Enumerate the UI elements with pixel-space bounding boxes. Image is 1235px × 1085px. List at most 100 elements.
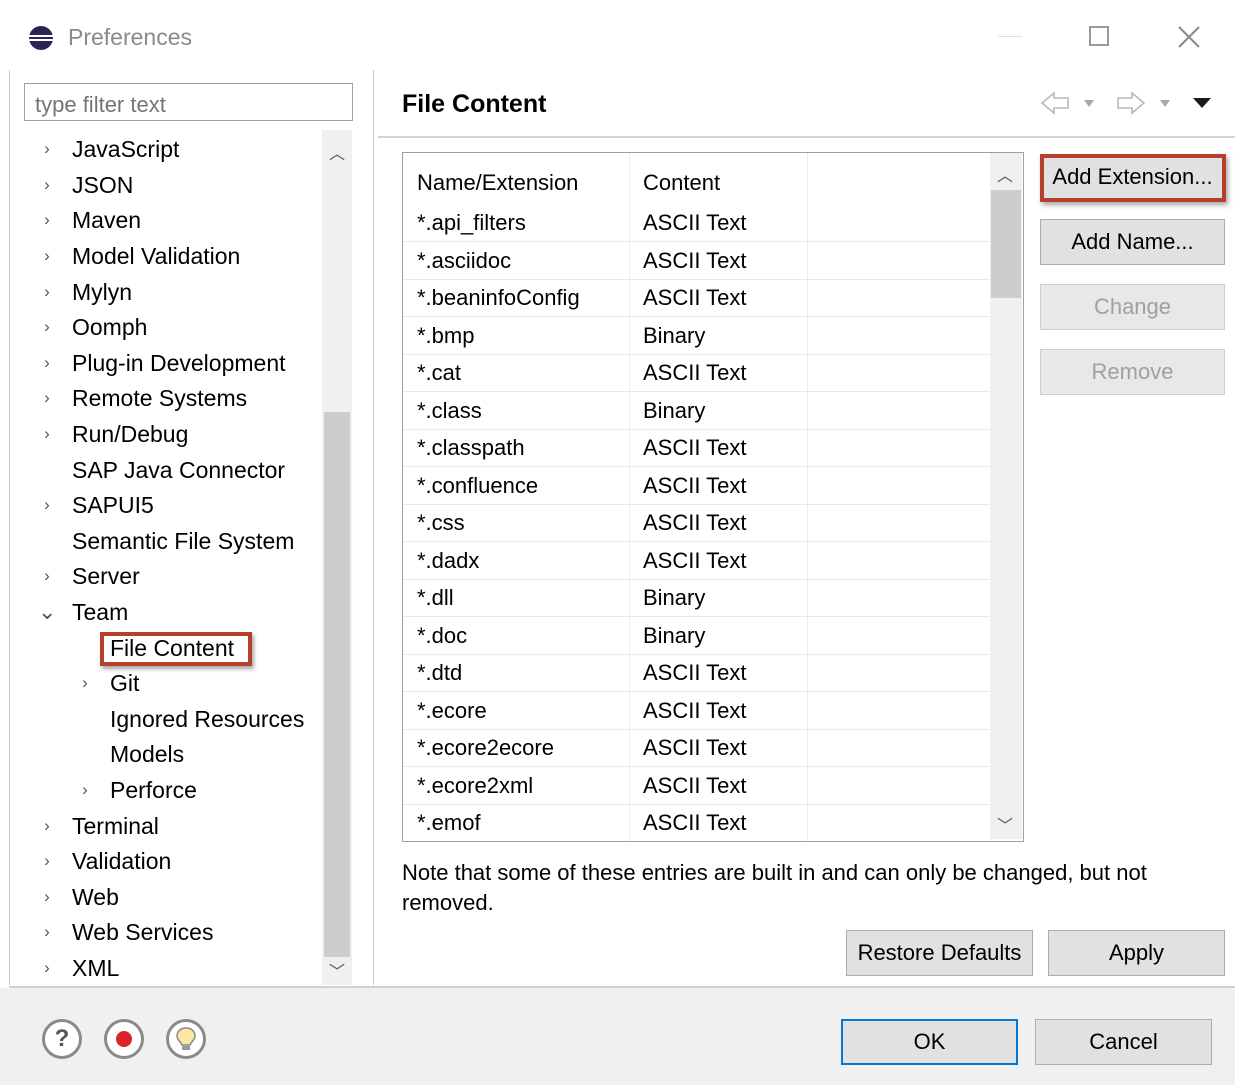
ok-button[interactable]: OK	[841, 1019, 1018, 1065]
page-title: File Content	[402, 90, 547, 118]
add-name-button[interactable]: Add Name...	[1040, 219, 1225, 265]
chevron-placeholder	[38, 453, 56, 487]
eclipse-icon	[29, 26, 53, 50]
chevron-right-icon[interactable]: ›	[76, 773, 94, 807]
chevron-right-icon[interactable]: ›	[38, 132, 56, 166]
minimize-button[interactable]	[998, 36, 1022, 37]
table-row[interactable]: *.css ASCII Text	[403, 504, 991, 542]
add-extension-highlight	[1040, 154, 1226, 202]
tree-item-label: Server	[72, 563, 140, 589]
extension-cell: *.confluence	[417, 473, 539, 498]
tree-item-label: Ignored Resources	[110, 706, 305, 732]
scroll-up-icon[interactable]: ︿	[997, 162, 1013, 186]
content-cell: ASCII Text	[643, 210, 747, 235]
table-row[interactable]: *.class Binary	[403, 392, 991, 430]
chevron-right-icon[interactable]: ›	[38, 310, 56, 344]
chevron-right-icon[interactable]: ›	[38, 203, 56, 237]
tree-item-label: Model Validation	[72, 243, 241, 269]
chevron-placeholder	[76, 631, 94, 665]
table-row[interactable]: *.dadx ASCII Text	[403, 542, 991, 580]
pane-splitter[interactable]	[373, 70, 374, 985]
content-cell: ASCII Text	[643, 435, 747, 460]
chevron-right-icon[interactable]: ›	[38, 417, 56, 451]
tree-item-label: Validation	[72, 848, 172, 874]
chevron-right-icon[interactable]: ›	[38, 880, 56, 914]
chevron-right-icon[interactable]: ›	[38, 844, 56, 878]
tree-item-label: XML	[72, 955, 120, 981]
remove-button[interactable]: Remove	[1040, 349, 1225, 395]
apply-button[interactable]: Apply	[1048, 930, 1225, 976]
table-row[interactable]: *.dtd ASCII Text	[403, 654, 991, 692]
view-menu-icon[interactable]	[1193, 98, 1211, 108]
chevron-placeholder	[76, 702, 94, 736]
maximize-button[interactable]	[1089, 26, 1109, 46]
chevron-right-icon[interactable]: ›	[38, 488, 56, 522]
chevron-placeholder	[76, 737, 94, 771]
table-row[interactable]: *.ecore ASCII Text	[403, 692, 991, 730]
file-content-table[interactable]: Name/Extension Content *.api_filters ASCI…	[402, 152, 1024, 842]
extension-cell: *.asciidoc	[417, 248, 512, 273]
table-row[interactable]: *.asciidoc ASCII Text	[403, 242, 991, 280]
extension-cell: *.ecore2xml	[417, 773, 534, 798]
column-header-name[interactable]: Name/Extension	[417, 165, 578, 201]
chevron-right-icon[interactable]: ›	[38, 559, 56, 593]
note-text: Note that some of these entries are buil…	[402, 860, 1147, 915]
scroll-up-icon[interactable]: ︿	[329, 140, 345, 164]
filter-input[interactable]	[24, 83, 353, 121]
tree-item-label: SAPUI5	[72, 492, 154, 518]
record-macro-icon[interactable]	[104, 1019, 144, 1059]
column-header-content[interactable]: Content	[643, 165, 720, 201]
tree-item-label: Oomph	[72, 314, 148, 340]
chevron-right-icon[interactable]: ›	[76, 666, 94, 700]
chevron-down-icon[interactable]: ⌄	[38, 595, 56, 629]
tree-item-label: Run/Debug	[72, 421, 189, 447]
table-row[interactable]: *.bmp Binary	[403, 317, 991, 355]
table-row[interactable]: *.ecore2ecore ASCII Text	[403, 729, 991, 767]
selection-highlight	[100, 632, 252, 666]
chevron-right-icon[interactable]: ›	[38, 346, 56, 380]
extension-cell: *.bmp	[417, 323, 475, 348]
scroll-down-icon[interactable]: ﹀	[329, 958, 345, 982]
table-row[interactable]: *.doc Binary	[403, 617, 991, 655]
table-row[interactable]: *.api_filters ASCII Text	[403, 204, 991, 242]
table-row[interactable]: *.dll Binary	[403, 579, 991, 617]
content-cell: Binary	[643, 323, 706, 348]
extension-cell: *.cat	[417, 360, 462, 385]
table-row[interactable]: *.confluence ASCII Text	[403, 467, 991, 505]
chevron-right-icon[interactable]: ›	[38, 951, 56, 985]
chevron-right-icon[interactable]: ›	[38, 275, 56, 309]
chevron-right-icon[interactable]: ›	[38, 915, 56, 949]
close-icon[interactable]	[1176, 24, 1202, 50]
navigation-arrows	[1040, 91, 1211, 115]
table-row[interactable]: *.classpath ASCII Text	[403, 429, 991, 467]
table-row[interactable]: *.cat ASCII Text	[403, 354, 991, 392]
restore-defaults-button[interactable]: Restore Defaults	[846, 930, 1033, 976]
extension-cell: *.dtd	[417, 660, 463, 685]
back-arrow-icon[interactable]	[1040, 91, 1094, 115]
scroll-down-icon[interactable]: ﹀	[997, 812, 1013, 836]
tree-item-label: Perforce	[110, 777, 197, 803]
table-scrollbar-thumb[interactable]	[991, 190, 1021, 298]
tree-scrollbar-thumb[interactable]	[324, 412, 350, 957]
change-button[interactable]: Change	[1040, 284, 1225, 330]
tree-item-label: JavaScript	[72, 136, 180, 162]
chevron-right-icon[interactable]: ›	[38, 809, 56, 843]
content-cell: ASCII Text	[643, 360, 747, 385]
tree-item-label: JSON	[72, 172, 134, 198]
content-cell: Binary	[643, 623, 706, 648]
help-icon[interactable]: ?	[42, 1019, 82, 1059]
chevron-right-icon[interactable]: ›	[38, 381, 56, 415]
forward-arrow-icon[interactable]	[1117, 91, 1170, 115]
table-row[interactable]: *.beaninfoConfig ASCII Text	[403, 279, 991, 317]
table-row[interactable]: *.emof ASCII Text	[403, 804, 991, 841]
table-row[interactable]: *.ecore2xml ASCII Text	[403, 767, 991, 805]
content-cell: Binary	[643, 398, 706, 423]
extension-cell: *.class	[417, 398, 482, 423]
chevron-right-icon[interactable]: ›	[38, 168, 56, 202]
lightbulb-icon[interactable]	[166, 1019, 206, 1059]
tree-item-label: Remote Systems	[72, 385, 248, 411]
frame-edge	[9, 70, 10, 985]
content-cell: Binary	[643, 585, 706, 610]
cancel-button[interactable]: Cancel	[1035, 1019, 1212, 1065]
chevron-right-icon[interactable]: ›	[38, 239, 56, 273]
